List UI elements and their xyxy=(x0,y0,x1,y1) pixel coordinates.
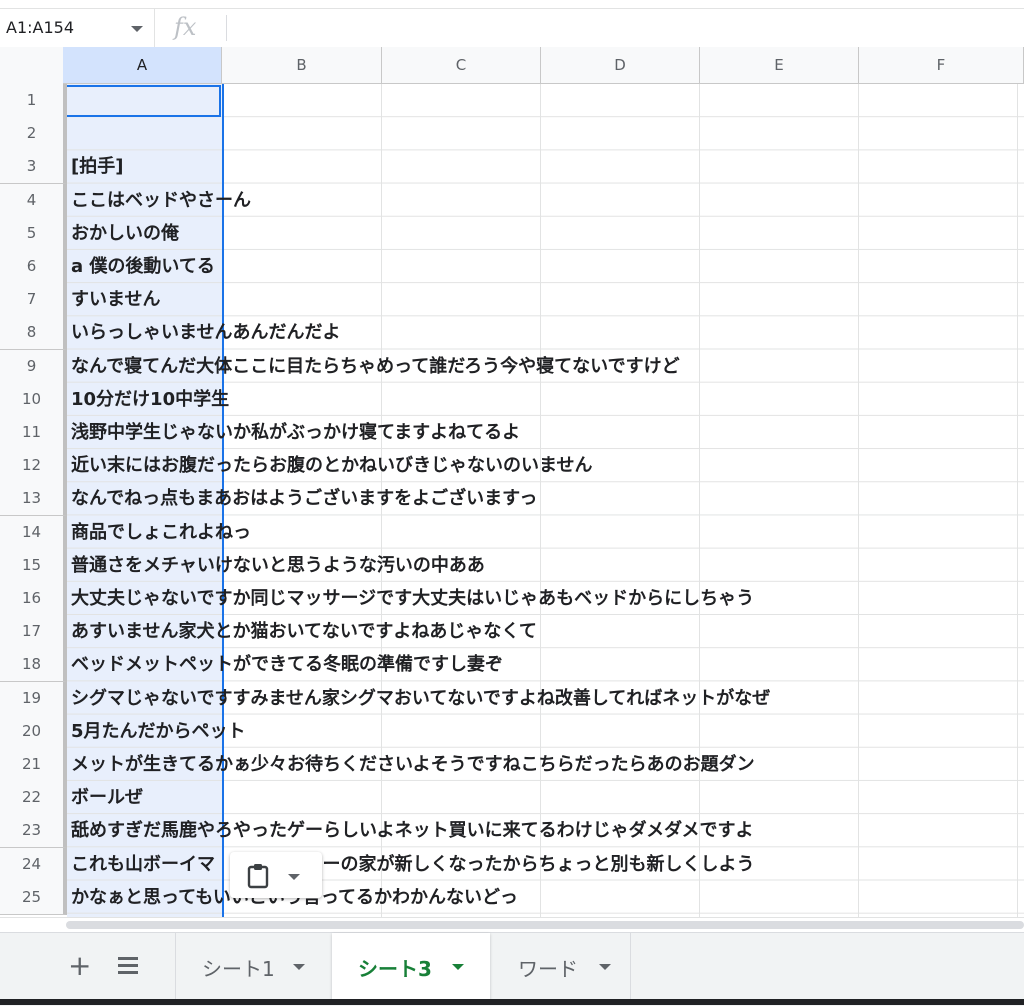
formula-bar: A1:A154 fx xyxy=(0,8,1024,48)
column-header-d[interactable]: D xyxy=(541,47,700,84)
scrollbar-thumb[interactable] xyxy=(66,921,1024,929)
select-all-corner[interactable] xyxy=(0,47,67,88)
row-header-10[interactable]: 10 xyxy=(0,382,67,417)
row-header-13[interactable]: 13 xyxy=(0,482,67,517)
cell-a22[interactable]: ボールぜ xyxy=(71,781,143,814)
row-header-20[interactable]: 20 xyxy=(0,714,67,749)
cell-a4[interactable]: ここはベッドやさーん xyxy=(71,184,251,217)
row-header-22[interactable]: 22 xyxy=(0,781,67,816)
active-cell-a1[interactable] xyxy=(65,85,221,117)
horizontal-scrollbar[interactable] xyxy=(0,917,1024,932)
cell-a15[interactable]: 普通さをメチャいけないと思うような汚いの中ああ xyxy=(71,549,485,582)
row-header-9[interactable]: 9 xyxy=(0,349,67,384)
row-header-16[interactable]: 16 xyxy=(0,582,67,616)
add-sheet-icon[interactable]: + xyxy=(68,951,91,981)
row-header-24[interactable]: 24 xyxy=(0,847,67,882)
row-header-8[interactable]: 8 xyxy=(0,316,67,351)
tab-sheet1[interactable]: シート1 xyxy=(175,933,331,1000)
cell-a13[interactable]: なんでねっ点もまあおはようございますをよございますっ xyxy=(71,482,537,515)
tab-sheet3[interactable]: シート3 xyxy=(332,933,490,1000)
column-header-f[interactable]: F xyxy=(859,47,1024,84)
cell-a11[interactable]: 浅野中学生じゃないか私がぶっかけ寝てますよねてるよ xyxy=(71,416,520,449)
tab-label[interactable]: ワード xyxy=(518,953,578,982)
row-header-7[interactable]: 7 xyxy=(0,283,67,318)
cell-a7[interactable]: すいません xyxy=(71,283,160,316)
name-box[interactable]: A1:A154 xyxy=(0,9,155,47)
row-header-1[interactable]: 1 xyxy=(0,84,67,118)
cell-a23[interactable]: 舐めすぎだ馬鹿やろやったゲーらしいよネット買いに来てるわけじゃダメダメですよ xyxy=(71,814,754,847)
row-header-21[interactable]: 21 xyxy=(0,748,67,782)
row-header-19[interactable]: 19 xyxy=(0,681,67,716)
row-header-11[interactable]: 11 xyxy=(0,416,67,450)
row-header-4[interactable]: 4 xyxy=(0,183,67,218)
formula-divider xyxy=(226,15,227,41)
tab-label[interactable]: シート3 xyxy=(358,953,432,982)
paste-options-popup[interactable] xyxy=(230,852,322,898)
cell-a16[interactable]: 大丈夫じゃないですか同じマッサージです大丈夫はいじゃあもベッドからにしちゃう xyxy=(71,582,754,615)
cell-a17[interactable]: あすいません家犬とか猫おいてないですよねあじゃなくて xyxy=(71,615,537,648)
cell-a18[interactable]: ベッドメットペットができてる冬眠の準備ですし妻ぞ xyxy=(71,648,503,681)
row-header-17[interactable]: 17 xyxy=(0,615,67,650)
row-header-6[interactable]: 6 xyxy=(0,250,67,284)
paste-dropdown-icon[interactable] xyxy=(288,874,300,880)
column-header-c[interactable]: C xyxy=(382,47,541,84)
cell-a14[interactable]: 商品でしょこれよねっ xyxy=(71,516,251,549)
column-header-b[interactable]: B xyxy=(222,47,382,84)
row-header-5[interactable]: 5 xyxy=(0,216,67,251)
function-icon: fx xyxy=(174,13,197,41)
cell-a8[interactable]: いらっしゃいませんあんだんだよ xyxy=(71,316,340,349)
row-header-15[interactable]: 15 xyxy=(0,548,67,583)
spreadsheet-grid[interactable]: A B C D E F 1 2 3 [拍手] 4 ここはベッドやさーん 5 おかしいの俺 6 a … xyxy=(0,47,1024,917)
cell-a9[interactable]: なんで寝てんだ大体ここに目たらちゃめって誰だろう今や寝てないですけど xyxy=(71,350,680,383)
row-header-12[interactable]: 12 xyxy=(0,449,67,484)
cell-a24[interactable]: これも山ボーイマ ッイヤーの家が新しくなったからちょっと別も新しくしよう xyxy=(71,848,754,881)
row-header-14[interactable]: 14 xyxy=(0,515,67,550)
name-box-dropdown-icon[interactable] xyxy=(131,26,143,32)
cell-a12[interactable]: 近い末にはお腹だったらお腹のとかねいびきじゃないのいません xyxy=(71,449,592,482)
tab-label[interactable]: シート1 xyxy=(202,953,275,982)
cell-a21[interactable]: メットが生きてるかぁ少々お待ちくださいよそうですねこちらだったらあのお題ダン xyxy=(71,748,755,781)
row-header-25[interactable]: 25 xyxy=(0,880,67,915)
row-header-3[interactable]: 3 xyxy=(0,150,67,185)
cell-a20[interactable]: 5月たんだからペット xyxy=(71,715,246,748)
cell-a5[interactable]: おかしいの俺 xyxy=(71,217,179,250)
cell-a6[interactable]: a 僕の後動いてる xyxy=(71,250,215,283)
row-header-18[interactable]: 18 xyxy=(0,648,67,683)
window-bottom-edge xyxy=(0,999,1024,1005)
cell-a10[interactable]: 10分だけ10中学生 xyxy=(71,383,229,416)
cell-a19[interactable]: シグマじゃないですすみません家シグマおいてないですよね改善してればネットがなぜ xyxy=(71,682,770,715)
column-header-e[interactable]: E xyxy=(700,47,859,84)
clipboard-icon[interactable] xyxy=(246,863,270,889)
all-sheets-menu-icon[interactable] xyxy=(118,957,138,975)
cell-a3[interactable]: [拍手] xyxy=(71,150,123,183)
tab-menu-icon[interactable] xyxy=(293,964,305,970)
column-header-a[interactable]: A xyxy=(63,47,222,84)
row-header-2[interactable]: 2 xyxy=(0,117,67,152)
tab-menu-icon[interactable] xyxy=(452,964,464,970)
tab-word[interactable]: ワード xyxy=(491,933,631,1000)
tab-menu-icon[interactable] xyxy=(599,964,611,970)
sheet-tab-bar: + シート1 シート3 ワード xyxy=(0,932,1024,1006)
name-box-value[interactable]: A1:A154 xyxy=(6,18,74,37)
row-header-23[interactable]: 23 xyxy=(0,814,67,849)
